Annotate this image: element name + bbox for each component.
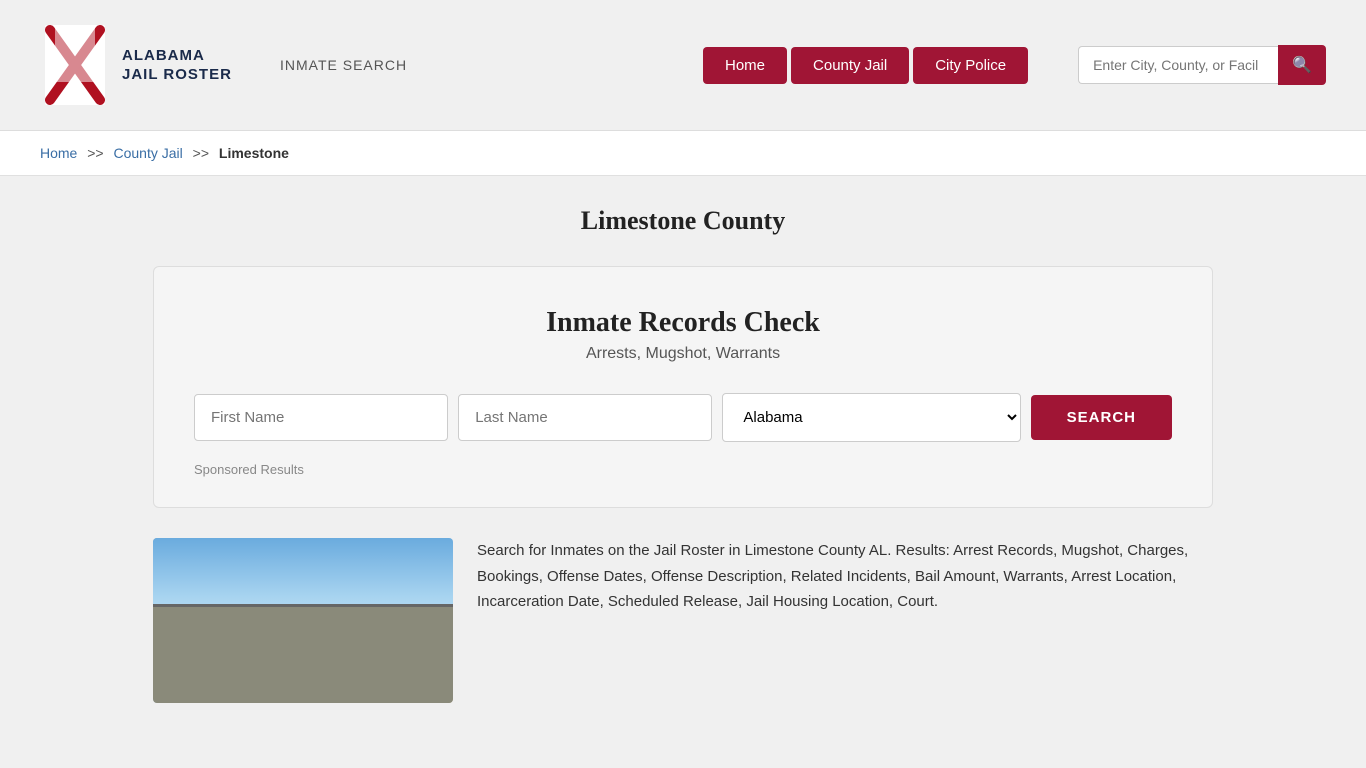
sponsored-results-label: Sponsored Results <box>194 462 1172 477</box>
breadcrumb: Home >> County Jail >> Limestone <box>0 131 1366 176</box>
facility-description: Search for Inmates on the Jail Roster in… <box>477 538 1213 615</box>
breadcrumb-county-jail-link[interactable]: County Jail <box>114 145 183 161</box>
header: ALABAMA JAIL ROSTER INMATE SEARCH Home C… <box>0 0 1366 131</box>
first-name-input[interactable] <box>194 394 448 441</box>
nav-county-jail-button[interactable]: County Jail <box>791 47 909 84</box>
records-check-title: Inmate Records Check <box>194 307 1172 339</box>
nav-home-button[interactable]: Home <box>703 47 787 84</box>
page-title: Limestone County <box>153 206 1213 236</box>
search-icon: 🔍 <box>1292 57 1312 74</box>
nav-city-police-button[interactable]: City Police <box>913 47 1028 84</box>
state-select[interactable]: Alabama <box>722 393 1020 442</box>
breadcrumb-sep2: >> <box>193 145 209 161</box>
records-check-subtitle: Arrests, Mugshot, Warrants <box>194 345 1172 363</box>
header-search-input[interactable] <box>1078 46 1278 84</box>
records-check-box: Inmate Records Check Arrests, Mugshot, W… <box>153 266 1213 508</box>
inmate-search-label: INMATE SEARCH <box>280 57 407 73</box>
breadcrumb-home-link[interactable]: Home <box>40 145 77 161</box>
facility-image <box>153 538 453 703</box>
logo-area: ALABAMA JAIL ROSTER <box>40 20 240 110</box>
building-silhouette <box>153 604 453 703</box>
header-search-button[interactable]: 🔍 <box>1278 45 1326 85</box>
header-search-area: 🔍 <box>1078 45 1326 85</box>
inmate-search-button[interactable]: SEARCH <box>1031 395 1172 440</box>
last-name-input[interactable] <box>458 394 712 441</box>
nav-buttons: Home County Jail City Police <box>703 47 1028 84</box>
bottom-section: Search for Inmates on the Jail Roster in… <box>153 538 1213 703</box>
logo-icon <box>40 20 110 110</box>
breadcrumb-sep1: >> <box>87 145 103 161</box>
main-content: Limestone County Inmate Records Check Ar… <box>133 206 1233 703</box>
breadcrumb-current: Limestone <box>219 145 289 161</box>
inmate-search-form: Alabama SEARCH <box>194 393 1172 442</box>
logo-text: ALABAMA JAIL ROSTER <box>122 46 232 85</box>
